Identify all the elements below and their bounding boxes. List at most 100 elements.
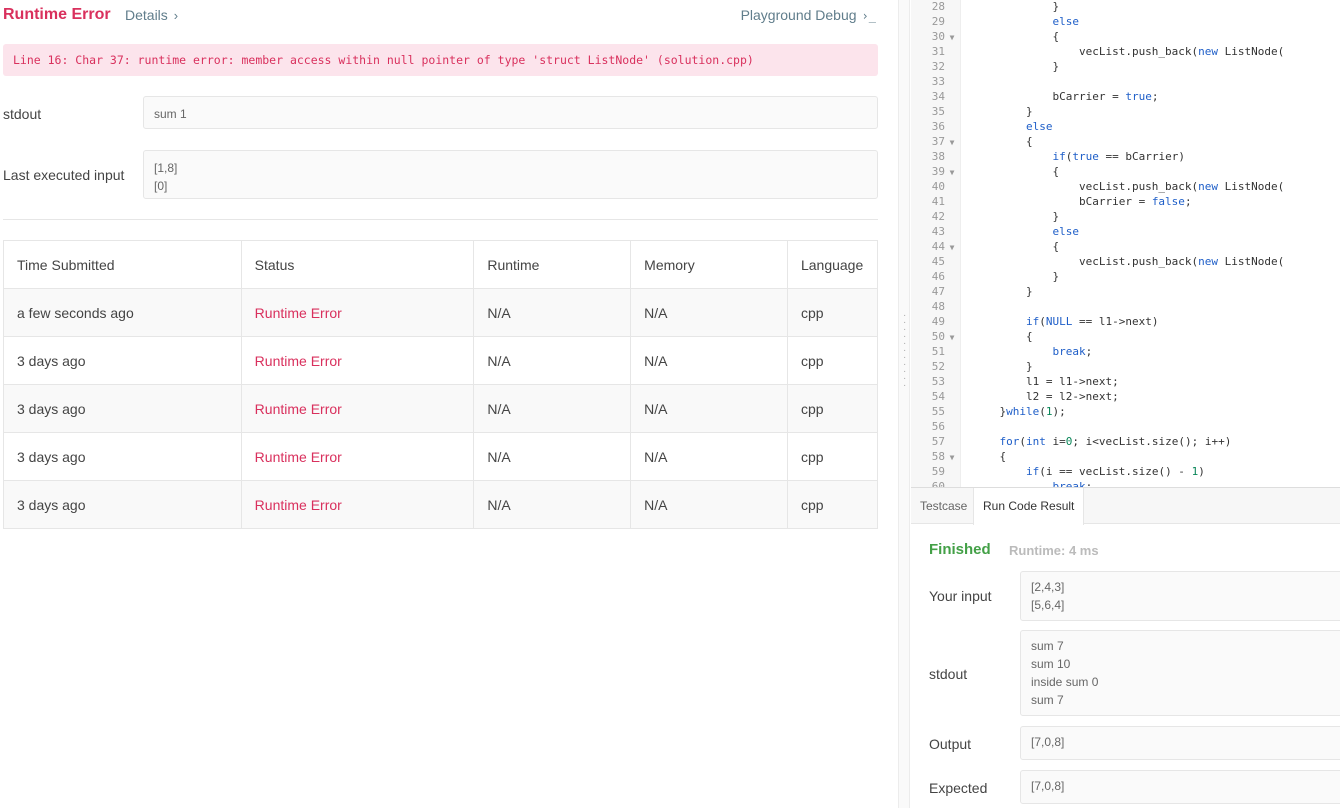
table-row[interactable]: 3 days ago Runtime Error N/A N/A cpp [3,432,879,481]
code-text[interactable]: { [973,239,1059,254]
code-text[interactable]: if(NULL == l1->next) [973,314,1158,329]
code-line[interactable]: 36 else [911,119,1340,134]
code-line[interactable]: 59 if(i == vecList.size() - 1) [911,464,1340,479]
code-text[interactable]: { [973,329,1033,344]
code-line[interactable]: 60 break; [911,479,1340,487]
code-line[interactable]: 58 ▼ { [911,449,1340,464]
details-label[interactable]: Details [125,7,168,23]
code-text[interactable]: else [973,224,1079,239]
fold-arrow-icon[interactable]: ▼ [945,135,959,150]
code-text[interactable]: } [973,0,1059,14]
code-line[interactable]: 43 else [911,224,1340,239]
code-text[interactable]: } [973,359,1033,374]
code-line[interactable]: 45 vecList.push_back(new ListNode( [911,254,1340,269]
details-link[interactable]: Details › [125,7,178,23]
code-line[interactable]: 46 } [911,269,1340,284]
pane-splitter[interactable]: · · · · · · · · · · · [898,0,910,808]
tab-testcase[interactable]: Testcase [911,488,976,524]
code-line[interactable]: 41 bCarrier = false; [911,194,1340,209]
playground-debug-link[interactable]: Playground Debug ›_ [741,7,876,23]
code-line[interactable]: 39 ▼ { [911,164,1340,179]
code-line[interactable]: 44 ▼ { [911,239,1340,254]
code-line[interactable]: 42 } [911,209,1340,224]
playground-debug-label[interactable]: Playground Debug [741,7,857,23]
code-text[interactable]: if(true == bCarrier) [973,149,1184,164]
code-text[interactable]: break; [973,344,1092,359]
fold-arrow-icon[interactable]: ▼ [945,450,959,465]
table-row[interactable]: a few seconds ago Runtime Error N/A N/A cpp [3,288,879,337]
code-text[interactable]: l1 = l1->next; [973,374,1119,389]
code-line[interactable]: 38 if(true == bCarrier) [911,149,1340,164]
code-text[interactable]: } [973,269,1059,284]
code-text[interactable]: { [973,134,1033,149]
code-line[interactable]: 50 ▼ { [911,329,1340,344]
col-time-submitted[interactable]: Time Submitted [3,240,242,289]
code-line[interactable]: 35 } [911,104,1340,119]
code-text[interactable]: break; [973,479,1092,487]
line-number: 40 [931,180,945,193]
code-text[interactable]: } [973,284,1033,299]
code-line[interactable]: 30 ▼ { [911,29,1340,44]
fold-arrow-icon[interactable]: ▼ [945,30,959,45]
code-line[interactable]: 53 l1 = l1->next; [911,374,1340,389]
code-text[interactable]: } [973,209,1059,224]
line-number: 56 [931,420,945,433]
table-row[interactable]: 3 days ago Runtime Error N/A N/A cpp [3,384,879,433]
cell-status[interactable]: Runtime Error [240,432,475,481]
cell-status[interactable]: Runtime Error [240,480,475,529]
code-text[interactable]: { [973,449,1006,464]
cell-status[interactable]: Runtime Error [240,336,475,385]
code-line[interactable]: 48 [911,299,1340,314]
line-number: 34 [931,90,945,103]
stdout-line: sum 10 [1031,657,1071,671]
code-text[interactable]: } [973,104,1033,119]
col-status[interactable]: Status [240,240,475,289]
cell-language: cpp [786,336,879,385]
code-line[interactable]: 29 else [911,14,1340,29]
code-line[interactable]: 32 } [911,59,1340,74]
code-line[interactable]: 52 } [911,359,1340,374]
cell-status[interactable]: Runtime Error [240,384,475,433]
code-line[interactable]: 40 vecList.push_back(new ListNode( [911,179,1340,194]
code-text[interactable]: else [973,119,1053,134]
code-line[interactable]: 31 vecList.push_back(new ListNode( [911,44,1340,59]
col-memory[interactable]: Memory [630,240,788,289]
code-line[interactable]: 51 break; [911,344,1340,359]
col-language[interactable]: Language [786,240,879,289]
code-text[interactable]: for(int i=0; i<vecList.size(); i++) [973,434,1232,449]
line-number: 58 [931,450,945,463]
code-editor[interactable]: 28 } 29 else 30 ▼ {31 vecList.push_back(new… [911,0,1340,487]
table-row[interactable]: 3 days ago Runtime Error N/A N/A cpp [3,480,879,529]
code-line[interactable]: 56 [911,419,1340,434]
code-line[interactable]: 54 l2 = l2->next; [911,389,1340,404]
code-text[interactable]: }while(1); [973,404,1065,419]
code-text[interactable]: } [973,59,1059,74]
table-row[interactable]: 3 days ago Runtime Error N/A N/A cpp [3,336,879,385]
code-text[interactable]: vecList.push_back(new ListNode( [973,254,1284,269]
col-runtime[interactable]: Runtime [473,240,632,289]
fold-arrow-icon[interactable]: ▼ [945,240,959,255]
code-text[interactable]: bCarrier = true; [973,89,1158,104]
code-line[interactable]: 47 } [911,284,1340,299]
cell-status[interactable]: Runtime Error [240,288,475,337]
code-text[interactable]: { [973,29,1059,44]
code-text[interactable]: vecList.push_back(new ListNode( [973,179,1284,194]
code-text[interactable]: if(i == vecList.size() - 1) [973,464,1205,479]
code-text[interactable]: l2 = l2->next; [973,389,1119,404]
drag-handle-icon[interactable]: · · · · · · · · · · · [903,311,906,391]
fold-arrow-icon[interactable]: ▼ [945,165,959,180]
fold-arrow-icon[interactable]: ▼ [945,330,959,345]
code-line[interactable]: 28 } [911,0,1340,14]
code-line[interactable]: 57 for(int i=0; i<vecList.size(); i++) [911,434,1340,449]
code-line[interactable]: 37 ▼ { [911,134,1340,149]
code-text[interactable]: vecList.push_back(new ListNode( [973,44,1284,59]
code-line[interactable]: 55 }while(1); [911,404,1340,419]
code-line[interactable]: 33 [911,74,1340,89]
tab-run-code-result[interactable]: Run Code Result [973,488,1085,525]
code-text[interactable]: else [973,14,1079,29]
code-line[interactable]: 49 if(NULL == l1->next) [911,314,1340,329]
cell-runtime: N/A [473,432,632,481]
code-line[interactable]: 34 bCarrier = true; [911,89,1340,104]
code-text[interactable]: bCarrier = false; [973,194,1192,209]
code-text[interactable]: { [973,164,1059,179]
